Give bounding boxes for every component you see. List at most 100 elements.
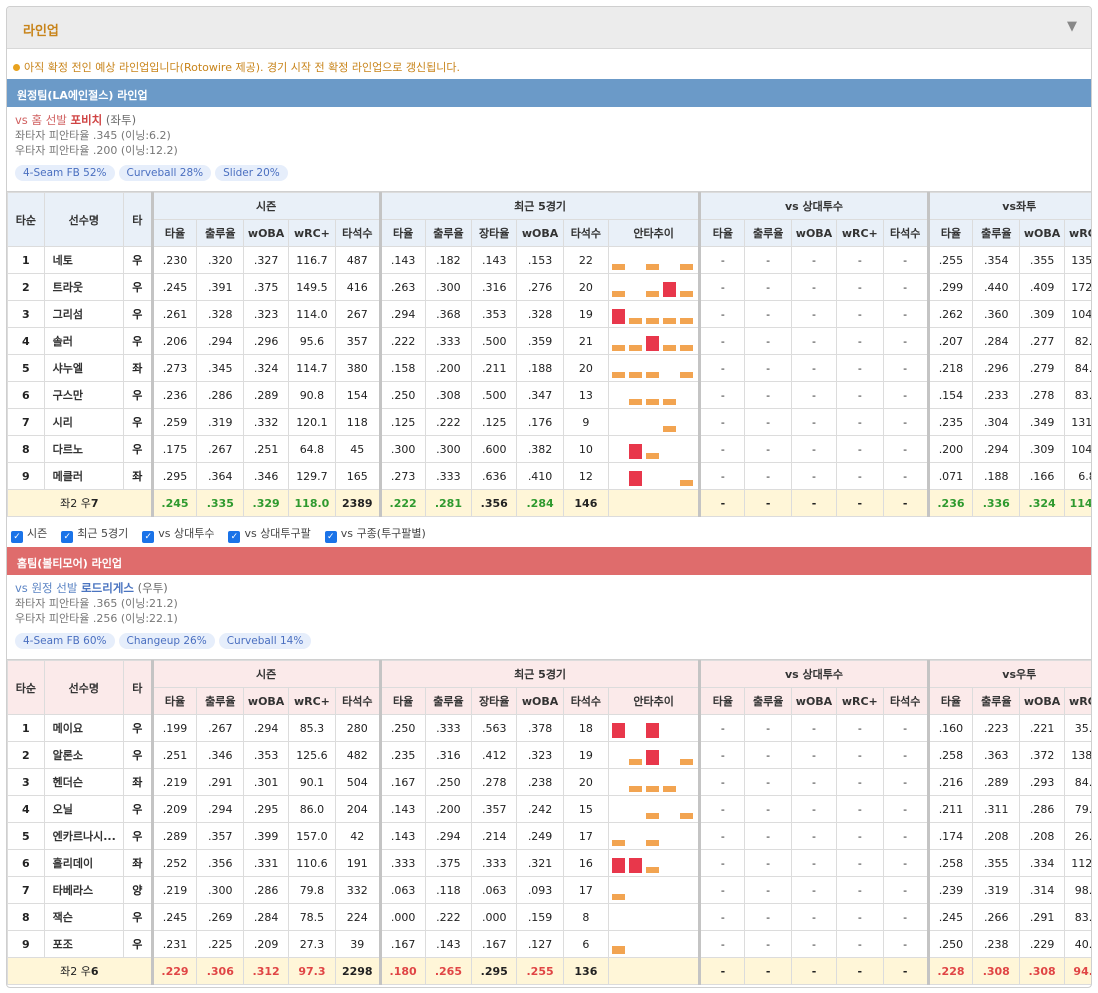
filter-checkbox-시즌[interactable]: ✓ 시즌: [11, 527, 47, 543]
player-name[interactable]: 포조: [43, 930, 125, 958]
stat-cell: -: [744, 246, 793, 274]
panel-header[interactable]: 라인업 ▼: [7, 7, 1091, 49]
player-name[interactable]: 메클러: [43, 462, 125, 490]
hit-trend-sparkline: [609, 905, 699, 930]
table-row[interactable]: 9 포조 우 .231.225.209 27.3 39.167.143.167.127 6-…: [7, 930, 1091, 958]
column-header[interactable]: 타석수: [334, 219, 381, 247]
column-header[interactable]: wOBA: [516, 687, 564, 715]
pitcher-name-link[interactable]: 포비치: [71, 113, 103, 127]
chevron-down-icon[interactable]: ▼: [1067, 19, 1077, 34]
column-header[interactable]: 출루율: [972, 219, 1021, 247]
table-row[interactable]: 4 솔러 우 .206.294.296 95.6 357.222.333.500.359 2…: [7, 327, 1091, 355]
player-name[interactable]: 샤누엘: [43, 354, 125, 382]
column-header[interactable]: 타율: [698, 219, 746, 247]
filter-checkbox-vs-상대투수[interactable]: ✓ vs 상대투수: [142, 527, 214, 543]
table-row[interactable]: 3 헨더슨 좌 .219.291.301 90.1 504.167.250.278.238…: [7, 768, 1091, 796]
hit-trend-cell: [607, 462, 701, 490]
table-row[interactable]: 6 홀리데이 좌 .252.356.331 110.6 191.333.375.333.3…: [7, 849, 1091, 877]
column-header[interactable]: wOBA: [1019, 219, 1065, 247]
column-header[interactable]: 타석수: [882, 687, 929, 715]
player-name[interactable]: 구스만: [43, 381, 125, 409]
filter-checkbox-vs-상대투구팔[interactable]: ✓ vs 상대투구팔: [228, 527, 311, 543]
column-header[interactable]: 출루율: [972, 687, 1021, 715]
notice-text: 아직 확정 전인 예상 라인업입니다(Rotowire 제공). 경기 시작 전…: [7, 49, 1091, 79]
player-name[interactable]: 네토: [43, 246, 125, 274]
table-row[interactable]: 7 시리 우 .259.319.332 120.1 118.125.222.125.176…: [7, 408, 1091, 436]
column-header[interactable]: 출루율: [196, 219, 245, 247]
table-row[interactable]: 5 샤누엘 좌 .273.345.324 114.7 380.158.200.211.18…: [7, 354, 1091, 382]
column-header[interactable]: wRC+: [835, 219, 884, 247]
player-name[interactable]: 타베라스: [43, 876, 125, 904]
table-row[interactable]: 6 구스만 우 .236.286.289 90.8 154.250.308.500.347…: [7, 381, 1091, 409]
player-name[interactable]: 다르노: [43, 435, 125, 463]
column-header[interactable]: wOBA: [243, 219, 290, 247]
player-name[interactable]: 그리섬: [43, 300, 125, 328]
table-row[interactable]: 8 다르노 우 .175.267.251 64.8 45.300.300.600.382 1…: [7, 435, 1091, 463]
bat-hand: 좌: [123, 462, 153, 490]
stat-cell: -: [744, 462, 793, 490]
column-header[interactable]: wOBA: [243, 687, 290, 715]
table-row[interactable]: 4 오닐 우 .209.294.295 86.0 204.143.200.357.242 1…: [7, 795, 1091, 823]
stat-cell: .320: [196, 246, 245, 274]
filter-checkbox-최근-5경기[interactable]: ✓ 최근 5경기: [61, 527, 128, 543]
column-header[interactable]: 장타율: [471, 687, 518, 715]
checkbox-checked-icon[interactable]: ✓: [228, 531, 241, 543]
column-header[interactable]: 타석수: [882, 219, 929, 247]
column-header[interactable]: 장타율: [471, 219, 518, 247]
column-header[interactable]: 타석수: [334, 687, 381, 715]
column-header[interactable]: wRC+: [1063, 687, 1091, 715]
column-header[interactable]: 타율: [378, 219, 426, 247]
column-header[interactable]: wOBA: [791, 687, 837, 715]
player-name[interactable]: 메이요: [43, 714, 125, 742]
column-header[interactable]: wOBA: [1019, 687, 1065, 715]
column-header[interactable]: 타율: [150, 219, 198, 247]
table-row[interactable]: 1 네토 우 .230.320.327 116.7 487.143.182.143.153…: [7, 246, 1091, 274]
player-name[interactable]: 오닐: [43, 795, 125, 823]
column-header[interactable]: 타율: [926, 219, 974, 247]
column-header[interactable]: 타석수: [562, 687, 609, 715]
table-row[interactable]: 1 메이요 우 .199.267.294 85.3 280.250.333.563.378…: [7, 714, 1091, 742]
column-header[interactable]: 출루율: [424, 219, 473, 247]
column-header[interactable]: 안타추이: [607, 687, 701, 715]
column-header[interactable]: wOBA: [516, 219, 564, 247]
player-name[interactable]: 잭슨: [43, 903, 125, 931]
player-name[interactable]: 알론소: [43, 741, 125, 769]
column-header[interactable]: 타율: [378, 687, 426, 715]
player-name[interactable]: 솔러: [43, 327, 125, 355]
checkbox-checked-icon[interactable]: ✓: [61, 531, 74, 543]
column-header[interactable]: 출루율: [744, 219, 793, 247]
table-row[interactable]: 2 알론소 우 .251.346.353 125.6 482.235.316.412.32…: [7, 741, 1091, 769]
table-row[interactable]: 7 타베라스 양 .219.300.286 79.8 332.063.118.063.09…: [7, 876, 1091, 904]
column-header[interactable]: 안타추이: [607, 219, 701, 247]
pitcher-name-link[interactable]: 로드리게스: [81, 581, 134, 595]
column-header[interactable]: 타율: [926, 687, 974, 715]
column-header[interactable]: 타율: [698, 687, 746, 715]
player-name[interactable]: 홀리데이: [43, 849, 125, 877]
table-row[interactable]: 3 그리섬 우 .261.328.323 114.0 267.294.368.353.32…: [7, 300, 1091, 328]
table-row[interactable]: 8 잭슨 우 .245.269.284 78.5 224.000.222.000.159 8…: [7, 903, 1091, 931]
player-name[interactable]: 엔카르나시...: [43, 822, 125, 850]
column-header[interactable]: wRC+: [835, 687, 884, 715]
column-header[interactable]: wOBA: [791, 219, 837, 247]
column-header[interactable]: wRC+: [1063, 219, 1091, 247]
column-header[interactable]: 타율: [150, 687, 198, 715]
table-row[interactable]: 2 트라웃 우 .245.391.375 149.5 416.263.300.316.27…: [7, 273, 1091, 301]
checkbox-checked-icon[interactable]: ✓: [142, 531, 155, 543]
column-header[interactable]: 출루율: [196, 687, 245, 715]
filter-checkbox-vs-구종(투구팔별)[interactable]: ✓ vs 구종(투구팔별): [324, 527, 426, 543]
column-header[interactable]: wRC+: [288, 219, 336, 247]
player-name[interactable]: 헨더슨: [43, 768, 125, 796]
table-row[interactable]: 9 메클러 좌 .295.364.346 129.7 165.273.333.636.41…: [7, 462, 1091, 490]
vs-label: vs 원정 선발: [15, 581, 78, 595]
table-row[interactable]: 5 엔카르나시... 우 .289.357.399 157.0 42.143.294.21…: [7, 822, 1091, 850]
summary-stat: -: [744, 489, 793, 517]
column-header[interactable]: 출루율: [744, 687, 793, 715]
player-name[interactable]: 트라웃: [43, 273, 125, 301]
summary-hand-split: 좌2 우: [60, 965, 91, 978]
column-header[interactable]: wRC+: [288, 687, 336, 715]
column-header[interactable]: 출루율: [424, 687, 473, 715]
checkbox-checked-icon[interactable]: ✓: [11, 531, 23, 543]
column-header[interactable]: 타석수: [562, 219, 609, 247]
checkbox-checked-icon[interactable]: ✓: [324, 531, 337, 543]
player-name[interactable]: 시리: [43, 408, 125, 436]
